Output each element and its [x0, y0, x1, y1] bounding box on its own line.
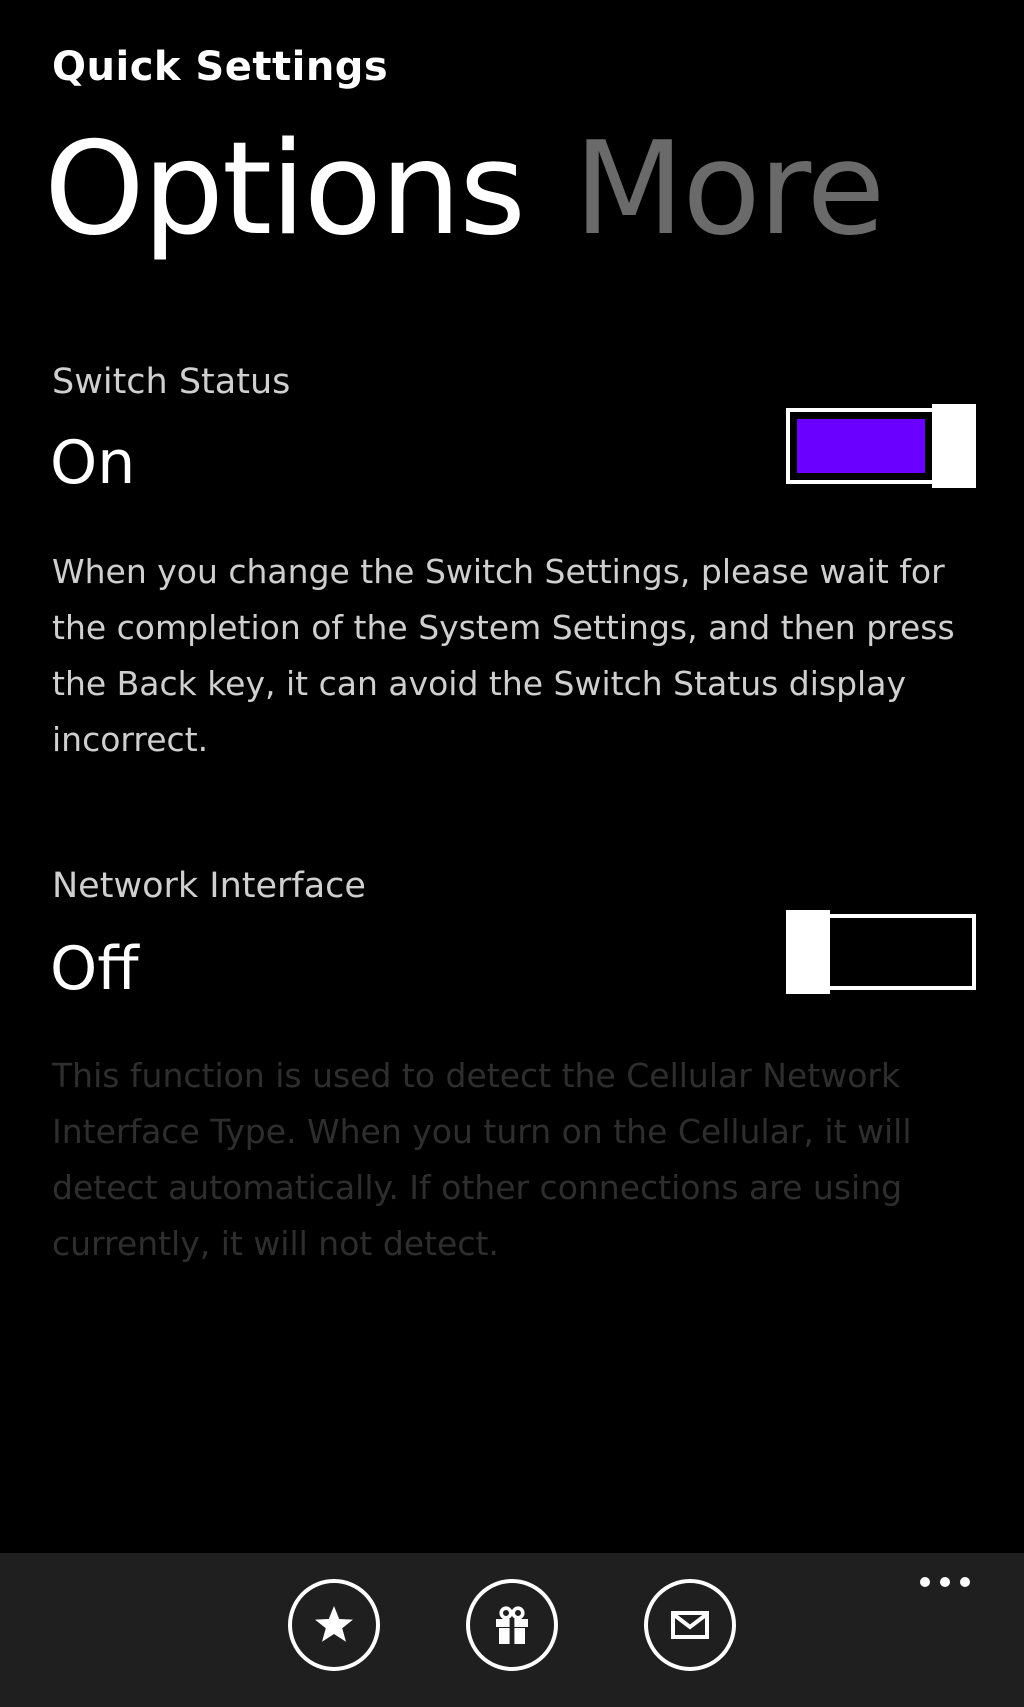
app-title: Quick Settings	[52, 44, 389, 90]
switch-status-label: Switch Status	[52, 362, 291, 402]
toggle-thumb[interactable]	[786, 910, 830, 994]
network-interface-description: This function is used to detect the Cell…	[52, 1056, 912, 1263]
dot	[960, 1577, 970, 1587]
toggle-fill	[797, 419, 925, 473]
star-icon	[315, 1606, 353, 1642]
gift-button[interactable]	[466, 1579, 558, 1671]
network-interface-label: Network Interface	[52, 866, 366, 906]
gift-icon	[496, 1606, 528, 1644]
pivot-tab-options[interactable]: Options	[44, 115, 526, 264]
dot	[920, 1577, 930, 1587]
dot	[940, 1577, 950, 1587]
toggle-track	[826, 914, 976, 990]
switch-status-description: When you change the Switch Settings, ple…	[52, 552, 955, 759]
network-interface-value: Off	[50, 934, 139, 1004]
switch-status-value: On	[50, 428, 136, 498]
pivot-header: Options More	[44, 126, 885, 254]
pivot-tab-more[interactable]: More	[574, 115, 885, 264]
ellipsis-icon[interactable]	[914, 1571, 976, 1593]
toggle-thumb[interactable]	[932, 404, 976, 488]
app-bar	[0, 1553, 1024, 1707]
mail-button[interactable]	[644, 1579, 736, 1671]
favorite-button[interactable]	[288, 1579, 380, 1671]
network-interface-toggle[interactable]	[786, 910, 976, 994]
switch-status-toggle[interactable]	[786, 404, 976, 488]
mail-icon	[671, 1611, 709, 1639]
